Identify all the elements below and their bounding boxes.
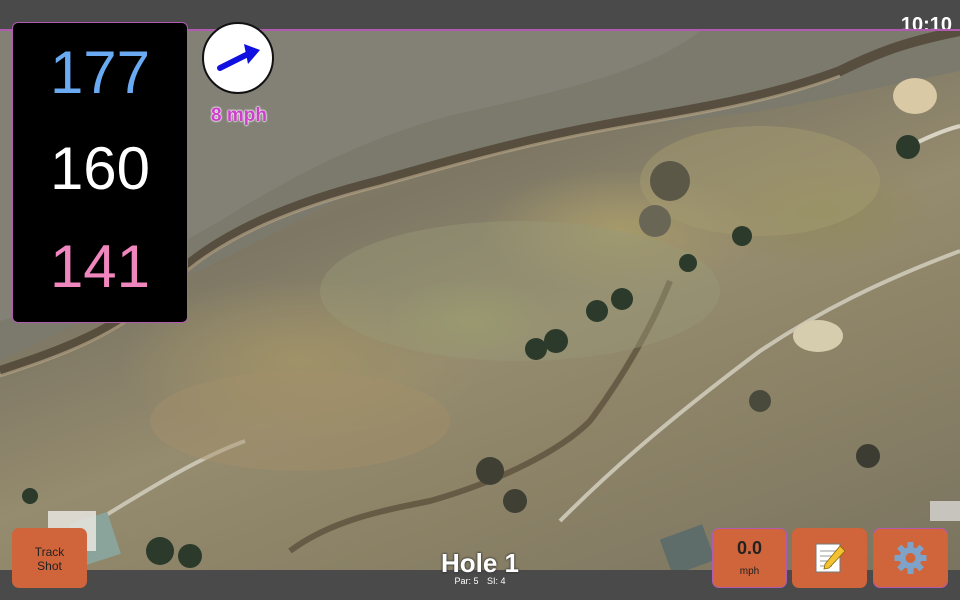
track-shot-button[interactable]: Track Shot — [12, 528, 87, 588]
speed-value: 0.0 — [736, 538, 763, 558]
notes-button[interactable] — [792, 528, 867, 588]
hole-title: Hole 1 — [440, 548, 520, 578]
notepad-icon — [815, 543, 846, 573]
hole-info: Hole 1 Par: 5 SI: 4 — [380, 548, 580, 586]
wind-arrow-icon — [217, 44, 260, 71]
speed-unit: mph — [739, 566, 760, 577]
golf-gps-screen: 10:10 177 160 141 8 mph Track Shot Hole … — [0, 0, 960, 600]
track-shot-label-line1: Track — [34, 545, 65, 559]
hole-par: Par: 5 — [454, 576, 479, 586]
gear-icon — [894, 542, 927, 574]
track-shot-label-line2: Shot — [37, 559, 62, 573]
speed-button[interactable]: 0.0 mph — [712, 528, 787, 588]
distance-panel: 177 160 141 — [12, 22, 188, 323]
settings-button[interactable] — [873, 528, 948, 588]
middle-of-green-distance: 160 — [49, 135, 151, 202]
hole-details: Par: 5 SI: 4 — [380, 576, 580, 586]
front-of-green-distance: 141 — [49, 233, 151, 300]
back-of-green-distance: 177 — [49, 39, 151, 106]
hole-stroke-index: SI: 4 — [487, 576, 506, 586]
wind-direction-indicator — [202, 22, 274, 94]
wind-speed: 8 mph — [211, 105, 267, 126]
